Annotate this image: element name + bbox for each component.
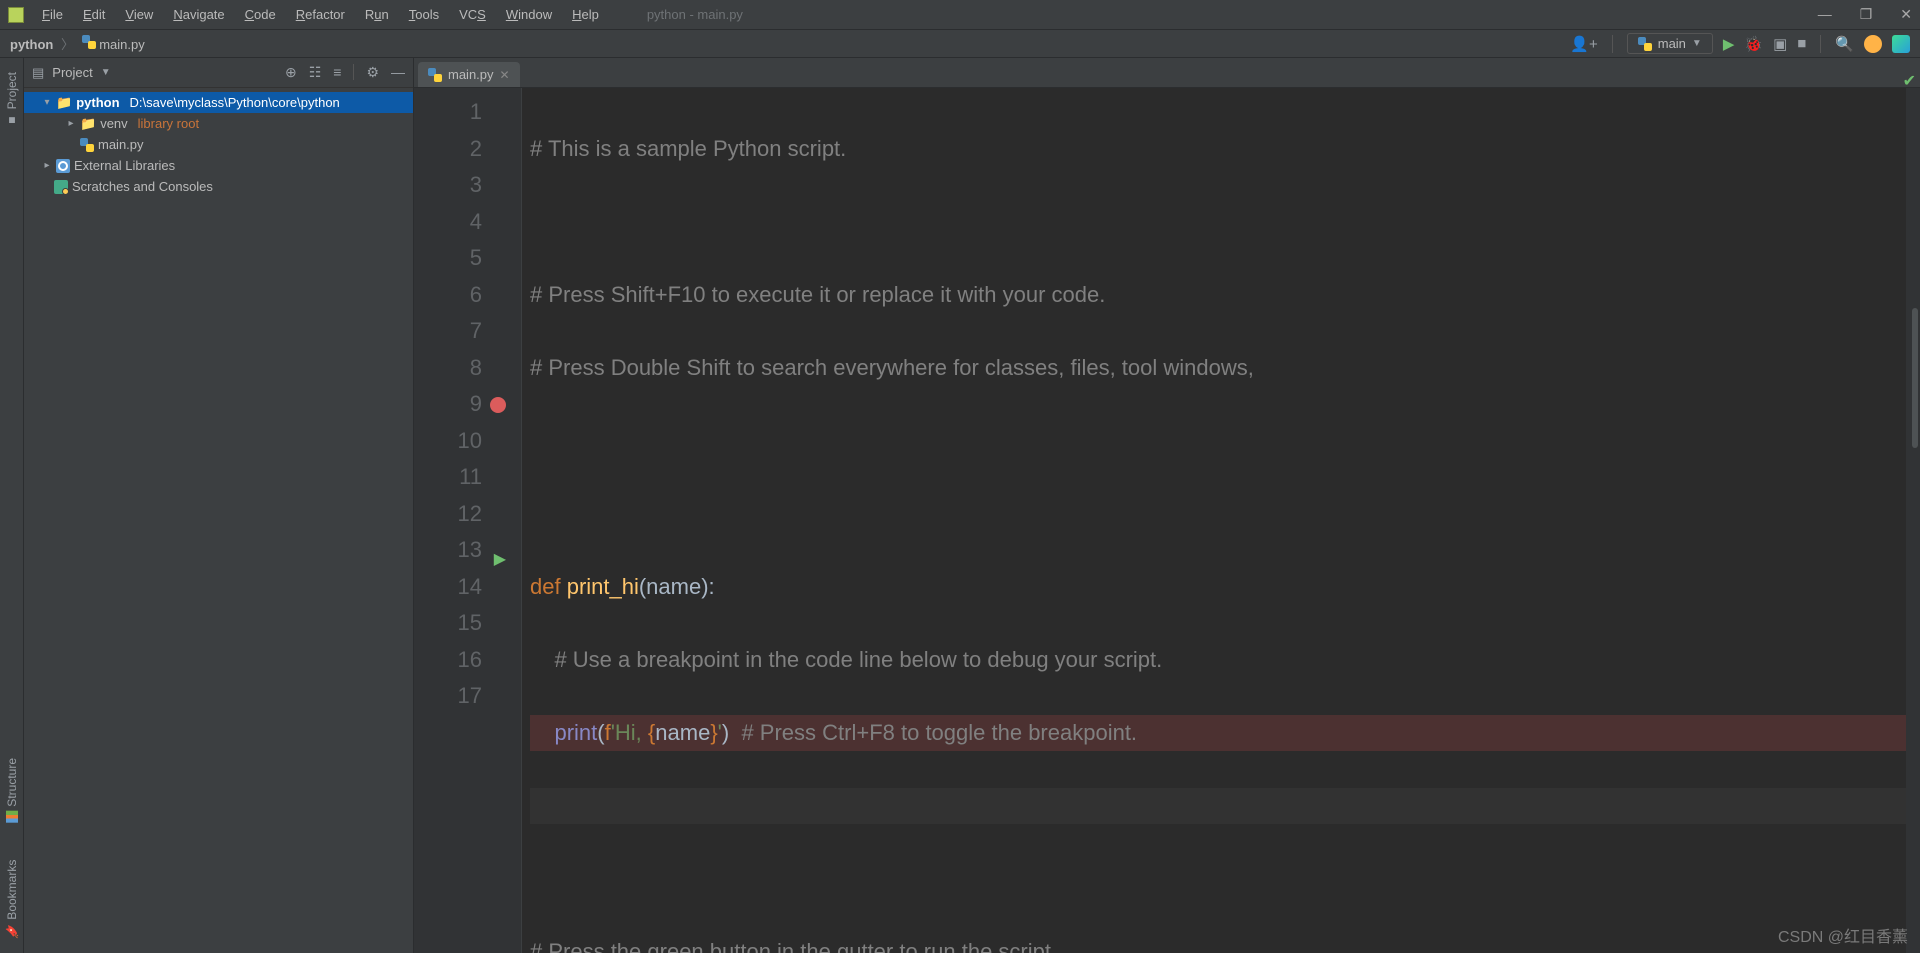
external-libraries-icon bbox=[56, 159, 70, 173]
project-header: ▤ Project ▼ ⊕ ☷ ≡ ⚙ — bbox=[24, 58, 413, 88]
debug-button[interactable]: 🐞 bbox=[1744, 35, 1763, 53]
tree-twisty-icon[interactable]: ▸ bbox=[42, 160, 52, 171]
menu-tools[interactable]: Tools bbox=[401, 5, 447, 24]
project-title[interactable]: Project bbox=[52, 65, 92, 80]
run-config-name: main bbox=[1658, 36, 1686, 51]
breadcrumb-file[interactable]: main.py bbox=[99, 37, 145, 52]
project-sidebar: ▤ Project ▼ ⊕ ☷ ≡ ⚙ — ▾ 📁 python D:\save… bbox=[24, 58, 414, 953]
minimize-button[interactable]: — bbox=[1818, 6, 1832, 23]
analysis-ok-icon[interactable]: ✔ bbox=[1903, 88, 1916, 101]
close-button[interactable]: ✕ bbox=[1900, 6, 1912, 23]
python-file-icon bbox=[82, 35, 96, 49]
project-view-selector[interactable]: ▼ bbox=[101, 67, 111, 78]
title-bar: File Edit View Navigate Code Refactor Ru… bbox=[0, 0, 1920, 30]
chevron-down-icon: ▼ bbox=[1692, 38, 1702, 49]
menu-window[interactable]: Window bbox=[498, 5, 560, 24]
tree-twisty-icon[interactable]: ▾ bbox=[42, 97, 52, 108]
menu-refactor[interactable]: Refactor bbox=[288, 5, 353, 24]
python-icon bbox=[1638, 37, 1652, 51]
editor-tab-mainpy[interactable]: main.py ✕ bbox=[418, 62, 520, 87]
left-tool-strip: ■Project Structure 🔖Bookmarks bbox=[0, 58, 24, 953]
run-button[interactable]: ▶ bbox=[1723, 35, 1735, 53]
tree-venv[interactable]: ▸ 📁 venv library root bbox=[24, 113, 413, 134]
collapse-all-icon[interactable]: ≡ bbox=[333, 64, 341, 81]
structure-tool-button[interactable]: Structure bbox=[5, 754, 19, 827]
toolbar-separator bbox=[1820, 35, 1821, 53]
nav-bar: python 〉 main.py 👤+ main ▼ ▶ 🐞 ▣ ■ 🔍 bbox=[0, 30, 1920, 58]
run-config-selector[interactable]: main ▼ bbox=[1627, 33, 1713, 54]
gear-icon[interactable]: ⚙ bbox=[366, 64, 379, 81]
toolbar-right: 👤+ main ▼ ▶ 🐞 ▣ ■ 🔍 bbox=[1570, 33, 1910, 54]
tree-mainpy[interactable]: main.py bbox=[24, 134, 413, 155]
run-gutter-icon[interactable]: ▶ bbox=[494, 542, 506, 579]
tree-file-name: main.py bbox=[98, 137, 144, 152]
menu-edit[interactable]: Edit bbox=[75, 5, 113, 24]
tree-scratches[interactable]: Scratches and Consoles bbox=[24, 176, 413, 197]
app-icon bbox=[8, 7, 24, 23]
menu-file[interactable]: File bbox=[34, 5, 71, 24]
menu-help[interactable]: Help bbox=[564, 5, 607, 24]
window-title: python - main.py bbox=[647, 7, 743, 22]
expand-all-icon[interactable]: ☷ bbox=[309, 64, 322, 81]
library-root-tag: library root bbox=[138, 116, 199, 131]
breadcrumb-sep: 〉 bbox=[61, 37, 74, 52]
close-tab-icon[interactable]: ✕ bbox=[500, 68, 510, 82]
gutter-extra bbox=[502, 88, 522, 953]
window-controls: — ❐ ✕ bbox=[1818, 6, 1912, 23]
breadcrumb[interactable]: python 〉 main.py bbox=[10, 34, 145, 53]
select-opened-file-icon[interactable]: ⊕ bbox=[285, 64, 297, 81]
menu-code[interactable]: Code bbox=[237, 5, 284, 24]
tree-scratches-name: Scratches and Consoles bbox=[72, 179, 213, 194]
search-everywhere-button[interactable]: 🔍 bbox=[1835, 35, 1854, 53]
line-gutter: 12345678 9 101112 13▶ 14151617 bbox=[414, 88, 502, 953]
separator bbox=[353, 64, 354, 80]
maximize-button[interactable]: ❐ bbox=[1860, 6, 1873, 23]
folder-icon: 📁 bbox=[80, 116, 96, 132]
project-icon: ▤ bbox=[32, 65, 44, 81]
toolbar-separator bbox=[1612, 35, 1613, 53]
menu-view[interactable]: View bbox=[117, 5, 161, 24]
python-file-icon bbox=[80, 138, 94, 152]
avatar[interactable] bbox=[1864, 35, 1882, 53]
project-tool-button[interactable]: ■Project bbox=[5, 68, 19, 131]
editor-tab-name: main.py bbox=[448, 67, 494, 82]
add-user-icon[interactable]: 👤+ bbox=[1570, 35, 1597, 53]
tree-external-libs[interactable]: ▸ External Libraries bbox=[24, 155, 413, 176]
hide-button[interactable]: — bbox=[391, 64, 405, 81]
project-tools: ⊕ ☷ ≡ ⚙ — bbox=[285, 64, 405, 81]
tree-twisty-icon[interactable]: ▸ bbox=[66, 118, 76, 129]
tree-root-path: D:\save\myclass\Python\core\python bbox=[130, 95, 340, 110]
breadcrumb-project[interactable]: python bbox=[10, 37, 53, 52]
menu-vcs[interactable]: VCS bbox=[451, 5, 494, 24]
tree-venv-name: venv bbox=[100, 116, 127, 131]
bookmarks-tool-button[interactable]: 🔖Bookmarks bbox=[5, 856, 19, 943]
menu-navigate[interactable]: Navigate bbox=[165, 5, 232, 24]
scratches-icon bbox=[54, 180, 68, 194]
folder-icon: 📁 bbox=[56, 95, 72, 111]
stop-button[interactable]: ■ bbox=[1797, 35, 1806, 52]
code-editor[interactable]: 12345678 9 101112 13▶ 14151617 # This is… bbox=[414, 88, 1920, 953]
python-file-icon bbox=[428, 68, 442, 82]
editor-right-margin: ✔ bbox=[1906, 88, 1920, 953]
code-content[interactable]: # This is a sample Python script. # Pres… bbox=[522, 88, 1906, 953]
tree-ext-name: External Libraries bbox=[74, 158, 175, 173]
watermark: CSDN @红目香薰 bbox=[1778, 923, 1908, 947]
main-menu: File Edit View Navigate Code Refactor Ru… bbox=[34, 5, 607, 24]
tree-root[interactable]: ▾ 📁 python D:\save\myclass\Python\core\p… bbox=[24, 92, 413, 113]
breakpoint-icon[interactable] bbox=[490, 397, 506, 413]
coverage-button[interactable]: ▣ bbox=[1773, 35, 1787, 53]
editor-tabs: main.py ✕ bbox=[414, 58, 1920, 88]
code-with-me-icon[interactable] bbox=[1892, 35, 1910, 53]
scroll-indicator[interactable] bbox=[1912, 308, 1918, 448]
menu-run[interactable]: Run bbox=[357, 5, 397, 24]
editor-area: main.py ✕ 12345678 9 101112 13▶ 14151617… bbox=[414, 58, 1920, 953]
project-tree: ▾ 📁 python D:\save\myclass\Python\core\p… bbox=[24, 88, 413, 201]
tree-root-name: python bbox=[76, 95, 119, 110]
